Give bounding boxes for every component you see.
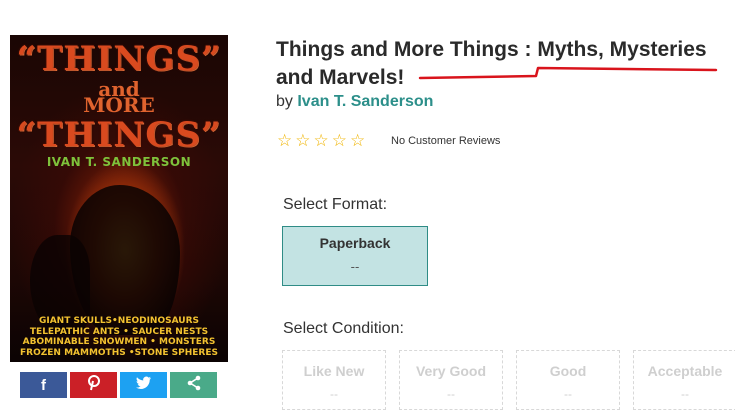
cover-more: MORE [83, 93, 155, 117]
facebook-icon: f [41, 376, 46, 394]
share-button[interactable] [170, 372, 217, 398]
byline: by Ivan T. Sanderson [276, 93, 433, 111]
annotation-underline [418, 66, 718, 80]
book-cover-image[interactable]: “THINGS” and MORE “THINGS” IVAN T. SANDE… [10, 35, 228, 362]
pinterest-share-button[interactable] [70, 372, 117, 398]
star-empty-icon: ☆ [295, 131, 311, 150]
condition-name: Acceptable [647, 363, 723, 379]
star-empty-icon: ☆ [313, 131, 329, 150]
share-bar: f [20, 372, 217, 398]
cover-blurb-line: TELEPATHIC ANTS • SAUCER NESTS [29, 326, 209, 337]
condition-option-like-new[interactable]: Like New -- [282, 350, 386, 410]
cover-blurb-line: ABOMINABLE SNOWMEN • MONSTERS [22, 337, 216, 347]
condition-price: -- [681, 387, 689, 401]
condition-name: Good [549, 363, 587, 379]
condition-price: -- [564, 387, 572, 401]
share-icon [186, 375, 202, 395]
format-option-paperback[interactable]: Paperback -- [282, 226, 428, 286]
author-link[interactable]: Ivan T. Sanderson [297, 93, 433, 110]
cover-blurb-line: FROZEN MAMMOTHS •STONE SPHERES [20, 347, 218, 358]
condition-price: -- [447, 387, 455, 401]
cover-author: IVAN T. SANDERSON [46, 155, 192, 169]
format-price: -- [350, 259, 360, 274]
star-empty-icon: ☆ [350, 131, 366, 150]
cover-blurb-line: GIANT SKULLS•NEODINOSAURS [38, 316, 200, 326]
select-condition-label: Select Condition: [283, 320, 404, 337]
condition-name: Like New [303, 363, 365, 379]
star-empty-icon: ☆ [277, 131, 293, 150]
cover-title-line2: and MORE [10, 79, 228, 117]
select-format-label: Select Format: [283, 196, 388, 213]
condition-option-very-good[interactable]: Very Good -- [399, 350, 503, 410]
star-rating[interactable]: ☆ ☆ ☆ ☆ ☆ [277, 131, 365, 151]
twitter-icon [135, 376, 152, 394]
condition-name: Very Good [415, 363, 487, 379]
pinterest-icon [87, 375, 101, 395]
star-empty-icon: ☆ [331, 131, 347, 150]
cover-title-line4: “THINGS” [16, 115, 222, 155]
reviews-count[interactable]: No Customer Reviews [391, 135, 500, 147]
condition-option-acceptable[interactable]: Acceptable -- [633, 350, 735, 410]
cover-title-line1: “THINGS” [16, 39, 222, 79]
format-name: Paperback [319, 235, 391, 251]
facebook-share-button[interactable]: f [20, 372, 67, 398]
twitter-share-button[interactable] [120, 372, 167, 398]
condition-price: -- [330, 387, 338, 401]
by-label: by [276, 93, 293, 110]
condition-option-good[interactable]: Good -- [516, 350, 620, 410]
cover-blurb: GIANT SKULLS•NEODINOSAURS TELEPATHIC ANT… [10, 316, 228, 358]
